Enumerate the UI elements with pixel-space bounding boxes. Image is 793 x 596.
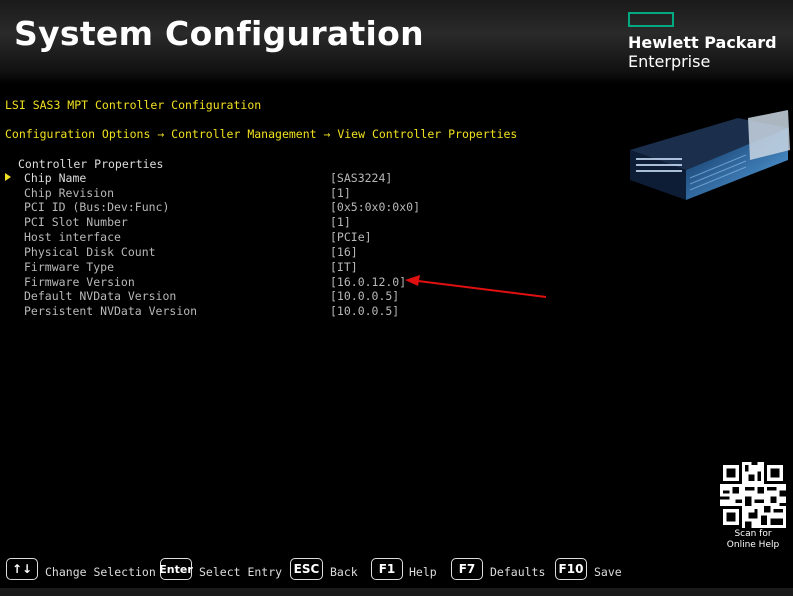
hpe-logo: Hewlett Packard Enterprise [628,12,777,71]
brand-line-2: Enterprise [628,52,711,71]
property-label: Host interface [24,230,121,244]
property-value: [10.0.0.5] [330,304,400,318]
brand-line-1: Hewlett Packard [628,33,777,52]
f10-key-icon[interactable]: F10 [555,558,587,580]
property-value: [IT] [330,260,358,274]
enter-key-icon[interactable]: Enter [159,558,193,580]
property-label: Chip Name [24,171,87,185]
property-label: Physical Disk Count [24,245,156,259]
annotation-arrow-icon [405,275,547,298]
header-bar: System Configuration Hewlett Packard Ent… [0,0,793,84]
key-label-change-selection: Change Selection [45,565,156,579]
key-label-select-entry: Select Entry [199,565,283,579]
property-value: [0x5:0x0:0x0] [330,200,421,214]
property-label: Persistent NVData Version [24,304,198,318]
qr-caption-line-2: Online Help [726,540,780,550]
property-value: [SAS3224] [330,171,393,185]
key-legend: ↑↓ Change Selection Enter Select Entry E… [0,558,640,586]
property-row-physical-disk-count[interactable]: Physical Disk Count [16] [0,245,600,260]
menu-title: LSI SAS3 MPT Controller Configuration [5,98,262,112]
property-value: [1] [330,186,351,200]
bottom-strip [0,588,793,596]
property-label: Firmware Type [24,260,115,274]
property-value: [16] [330,245,358,259]
property-value: [10.0.0.5] [330,289,400,303]
breadcrumb: Configuration Options → Controller Manag… [5,127,518,141]
property-row-persistent-nvdata[interactable]: Persistent NVData Version [10.0.0.5] [0,304,600,319]
selection-pointer-icon [5,173,11,181]
qr-caption-line-1: Scan for [734,529,772,539]
property-row-pci-slot[interactable]: PCI Slot Number [1] [0,215,600,230]
f1-key-icon[interactable]: F1 [371,558,403,580]
qr-code-icon[interactable] [720,462,786,528]
esc-key-icon[interactable]: ESC [290,558,323,580]
property-value: [1] [330,215,351,229]
arrows-key-icon[interactable]: ↑↓ [6,558,38,580]
property-label: Default NVData Version [24,289,177,303]
server-illustration-icon [630,110,790,200]
key-label-help: Help [409,565,437,579]
property-label: PCI ID (Bus:Dev:Func) [24,200,170,214]
key-label-back: Back [330,565,358,579]
property-row-chip-name[interactable]: Chip Name [SAS3224] [0,171,600,186]
qr-caption: Scan for Online Help [715,529,791,551]
property-label: PCI Slot Number [24,215,128,229]
property-row-pci-id[interactable]: PCI ID (Bus:Dev:Func) [0x5:0x0:0x0] [0,200,600,215]
property-row-chip-revision[interactable]: Chip Revision [1] [0,186,600,201]
hpe-element-icon [628,12,674,27]
property-value: [16.0.12.0] [330,275,407,289]
property-value: [PCIe] [330,230,372,244]
page-title: System Configuration [14,14,424,53]
key-label-defaults: Defaults [490,565,546,579]
property-label: Firmware Version [24,275,135,289]
section-heading: Controller Properties [18,157,164,171]
property-label: Chip Revision [24,186,115,200]
property-row-host-interface[interactable]: Host interface [PCIe] [0,230,600,245]
key-label-save: Save [594,565,622,579]
f7-key-icon[interactable]: F7 [451,558,483,580]
